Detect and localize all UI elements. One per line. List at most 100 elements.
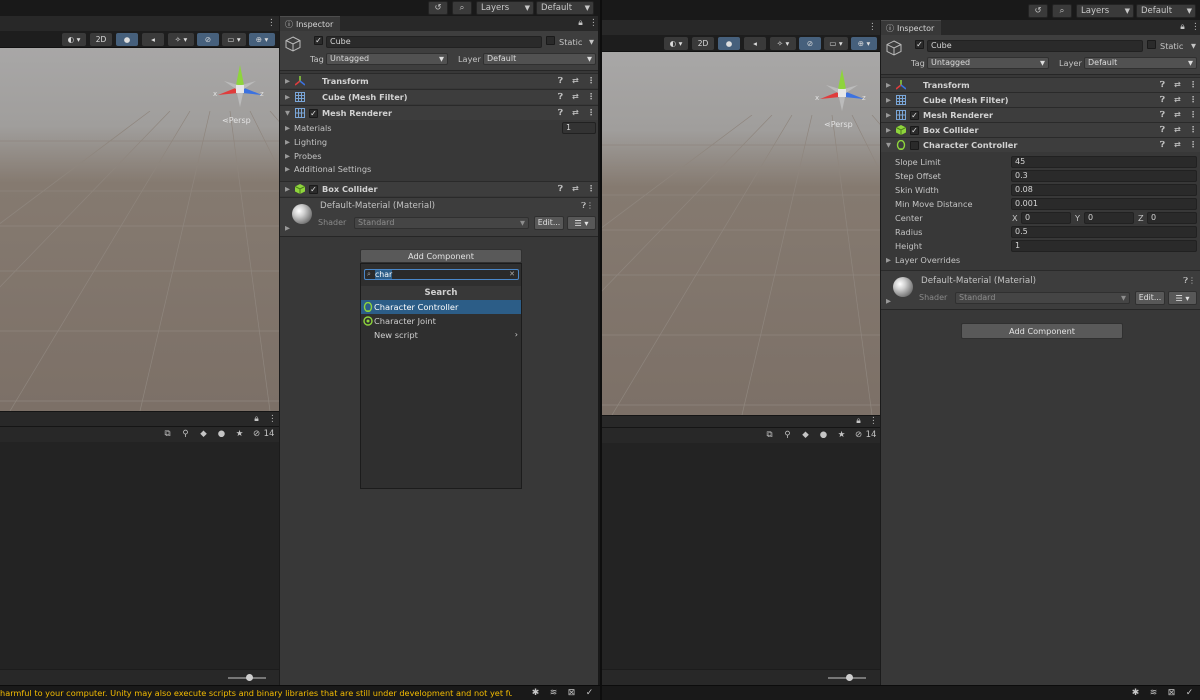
more-icon[interactable]: ⋮ (587, 106, 595, 120)
materials-count-field[interactable]: 1 (562, 122, 596, 134)
more-icon[interactable]: ⋮ (589, 18, 598, 29)
preset-icon[interactable]: ⇄ (572, 90, 579, 104)
preset-icon[interactable]: ⇄ (1174, 78, 1181, 92)
lighting-toggle[interactable]: ● (718, 37, 740, 50)
chevron-down-icon[interactable]: ▼ (1191, 40, 1196, 52)
orientation-gizmo[interactable] (812, 63, 872, 123)
mesh-filter-component[interactable]: ▶ Cube (Mesh Filter) ❓︎ ⇄ ⋮ (881, 92, 1200, 107)
status-message[interactable]: harmful to your computer. Unity may also… (0, 686, 512, 700)
shader-menu-button[interactable]: ☰ ▾ (567, 216, 596, 230)
height-field[interactable]: 1 (1011, 240, 1197, 252)
lock-icon[interactable]: 🔒︎ (854, 416, 863, 427)
tab-inspector[interactable]: ⓘ Inspector (881, 20, 942, 35)
min-move-distance-field[interactable]: 0.001 (1011, 198, 1197, 210)
enabled-checkbox[interactable]: ✓ (309, 185, 318, 194)
box-collider-component[interactable]: ▶ ✓ Box Collider ❓︎ ⇄ ⋮ (280, 181, 598, 196)
layout-dropdown[interactable]: Default ▼ (536, 1, 594, 15)
audio-toggle[interactable]: ◂ (744, 37, 766, 50)
layer-dropdown[interactable]: Default ▼ (1084, 57, 1197, 69)
draw-mode-button[interactable]: ◐ ▾ (664, 37, 688, 50)
help-icon[interactable]: ❓︎ (558, 182, 563, 196)
mesh-renderer-component[interactable]: ▼ ✓ Mesh Renderer ❓︎ ⇄ ⋮ (280, 105, 598, 120)
help-icon[interactable]: ❓︎ (1160, 78, 1165, 92)
collapse-icon[interactable]: ⧉ (764, 430, 775, 441)
transform-component[interactable]: ▶ Transform ❓︎ ⇄ ⋮ (881, 77, 1200, 92)
center-y-field[interactable]: 0 (1084, 212, 1134, 224)
more-icon[interactable]: ⋮ (587, 182, 595, 196)
bug-icon[interactable]: ✱ (530, 688, 541, 699)
chevron-down-icon[interactable]: ▼ (589, 36, 594, 48)
transform-component[interactable]: ▶ Transform ❓︎ ⇄ ⋮ (280, 73, 598, 88)
layout-dropdown[interactable]: Default ▼ (1136, 4, 1196, 18)
audio-toggle[interactable]: ◂ (142, 33, 164, 46)
orientation-gizmo[interactable] (210, 59, 270, 119)
help-icon[interactable]: ❓︎ (558, 106, 563, 120)
more-icon[interactable]: ⋮ (1189, 93, 1197, 107)
active-checkbox[interactable]: ✓ (915, 40, 924, 49)
help-icon[interactable]: ❓︎ (558, 90, 563, 104)
history-button[interactable]: ↺ (1028, 4, 1048, 18)
check-icon[interactable]: ✓ (1184, 688, 1195, 699)
hidden-objects-toggle[interactable]: ⊘ (799, 37, 821, 50)
radius-field[interactable]: 0.5 (1011, 226, 1197, 238)
draw-mode-button[interactable]: ◐ ▾ (62, 33, 86, 46)
shader-dropdown[interactable]: Standard ▼ (354, 217, 529, 229)
popup-item-character-controller[interactable]: Character Controller (361, 300, 521, 314)
lock-icon[interactable]: 🔒︎ (576, 18, 585, 29)
object-name-field[interactable]: Cube (927, 40, 1143, 52)
preset-icon[interactable]: ⇄ (572, 106, 579, 120)
console-log[interactable] (0, 442, 279, 685)
help-icon[interactable]: ❓︎ (1160, 108, 1165, 122)
enabled-checkbox[interactable]: ✓ (910, 126, 919, 135)
enabled-checkbox[interactable] (910, 141, 919, 150)
object-name-field[interactable]: Cube (326, 36, 542, 48)
collapse-icon[interactable]: ⧉ (162, 429, 173, 440)
tag-dropdown[interactable]: Untagged ▼ (927, 57, 1049, 69)
bug-icon[interactable]: ✱ (1130, 688, 1141, 699)
foldout-lighting[interactable]: ▶ Lighting (280, 135, 598, 150)
camera-button[interactable]: ▭ ▾ (222, 33, 246, 46)
console-log[interactable] (602, 443, 880, 685)
more-icon[interactable]: ⋮ (1189, 123, 1197, 137)
static-checkbox[interactable] (546, 36, 555, 45)
check-icon[interactable]: ✓ (584, 688, 595, 699)
shader-dropdown[interactable]: Standard ▼ (955, 292, 1130, 304)
foldout-materials[interactable]: ▶ Materials 1 (280, 121, 598, 136)
scene-view[interactable]: ◐ ▾ 2D ● ◂ ✧ ▾ ⊘ ▭ ▾ ⊕ ▾ x z ⋖Persp (602, 35, 880, 415)
persp-label[interactable]: ⋖Persp (222, 116, 251, 125)
info-icon[interactable]: ● (216, 429, 227, 440)
add-component-button[interactable]: Add Component (961, 323, 1123, 339)
2d-toggle[interactable]: 2D (692, 37, 714, 50)
more-icon[interactable]: ⋮ (1189, 108, 1197, 122)
layers-icon[interactable]: ≋ (548, 688, 559, 699)
history-button[interactable]: ↺ (428, 1, 448, 15)
persp-label[interactable]: ⋖Persp (824, 120, 853, 129)
eye-off-icon[interactable]: ⊘ (853, 430, 864, 441)
info-icon[interactable]: ● (818, 430, 829, 441)
edit-shader-button[interactable]: Edit... (534, 216, 564, 230)
step-offset-field[interactable]: 0.3 (1011, 170, 1197, 182)
tab-inspector[interactable]: ⓘ Inspector (280, 16, 341, 31)
foldout-layer-overrides[interactable]: ▶ Layer Overrides (881, 253, 1200, 268)
cache-icon[interactable]: ⊠ (1166, 688, 1177, 699)
tag-dropdown[interactable]: Untagged ▼ (326, 53, 448, 65)
gizmos-button[interactable]: ⊕ ▾ (851, 37, 877, 50)
help-icon[interactable]: ❓︎ (558, 74, 563, 88)
more-icon[interactable]: ⋮ (868, 22, 877, 33)
zoom-slider-knob[interactable] (246, 674, 253, 681)
tag-icon[interactable]: ◆ (198, 429, 209, 440)
box-collider-component[interactable]: ▶ ✓ Box Collider ❓︎ ⇄ ⋮ (881, 122, 1200, 137)
skin-width-field[interactable]: 0.08 (1011, 184, 1197, 196)
popup-item-character-joint[interactable]: Character Joint (361, 314, 521, 328)
star-icon[interactable]: ★ (234, 429, 245, 440)
active-checkbox[interactable]: ✓ (314, 36, 323, 45)
character-controller-component[interactable]: ▼ Character Controller ❓︎ ⇄ ⋮ (881, 137, 1200, 152)
slope-limit-field[interactable]: 45 (1011, 156, 1197, 168)
search-field[interactable]: ⌕ char ✕ (364, 269, 519, 280)
more-icon[interactable]: ⋮ (587, 74, 595, 88)
foldout-additional-settings[interactable]: ▶ Additional Settings (280, 162, 598, 177)
more-icon[interactable]: ⋮ (1189, 78, 1197, 92)
search-button[interactable]: ⌕ (452, 1, 472, 15)
layers-icon[interactable]: ≋ (1148, 688, 1159, 699)
zoom-slider-knob[interactable] (846, 674, 853, 681)
